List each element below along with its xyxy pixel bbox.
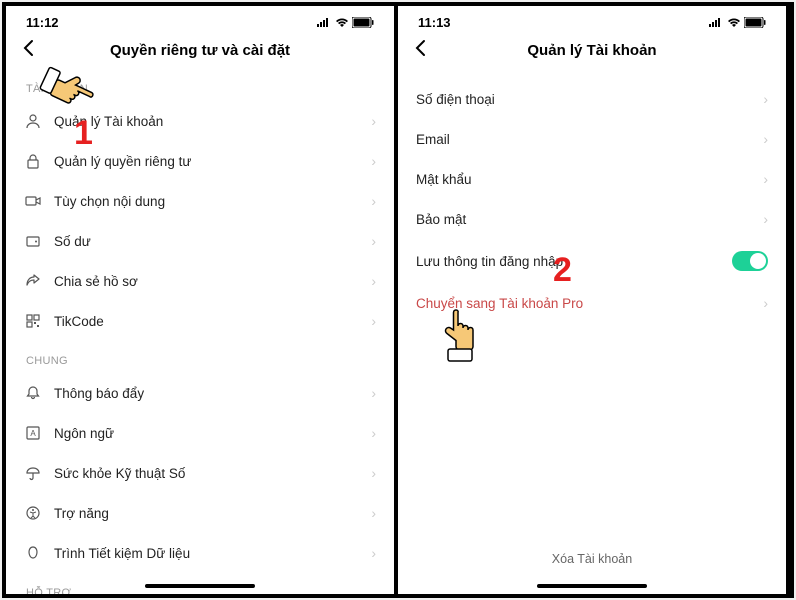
status-indicators: [316, 17, 374, 28]
phone-screen-1: 11:12 Quyền riêng tư và cài đặt TÀI KHOẢ…: [6, 6, 398, 594]
menu-item-content-pref[interactable]: Tùy chọn nội dung ›: [6, 181, 394, 221]
back-button[interactable]: [414, 39, 426, 63]
data-saver-icon: [24, 544, 42, 562]
menu-label: Chia sẻ hồ sơ: [54, 274, 371, 289]
menu-item-language[interactable]: A Ngôn ngữ ›: [6, 413, 394, 453]
chevron-right-icon: ›: [371, 313, 376, 329]
menu-item-privacy[interactable]: Quản lý quyền riêng tư ›: [6, 141, 394, 181]
menu-label: Thông báo đẩy: [54, 386, 371, 401]
user-icon: [24, 112, 42, 130]
chevron-right-icon: ›: [763, 131, 768, 147]
delete-account-link[interactable]: Xóa Tài khoản: [398, 552, 786, 566]
menu-item-security[interactable]: Bảo mật ›: [398, 199, 786, 239]
chevron-right-icon: ›: [763, 171, 768, 187]
accessibility-icon: [24, 504, 42, 522]
menu-item-tikcode[interactable]: TikCode ›: [6, 301, 394, 341]
menu-item-data-saver[interactable]: Trình Tiết kiệm Dữ liệu ›: [6, 533, 394, 573]
page-title: Quyền riêng tư và cài đặt: [22, 42, 378, 59]
menu-label: Số dư: [54, 234, 371, 249]
phone-screen-2: 11:13 Quản lý Tài khoản Số điện thoại › …: [398, 6, 786, 594]
menu-label: Trợ năng: [54, 506, 371, 521]
chevron-right-icon: ›: [371, 113, 376, 129]
annotation-number-2: 2: [553, 251, 572, 290]
chevron-right-icon: ›: [371, 425, 376, 441]
menu-label: Quản lý quyền riêng tư: [54, 154, 371, 169]
chevron-right-icon: ›: [371, 385, 376, 401]
menu-label: Trình Tiết kiệm Dữ liệu: [54, 546, 371, 561]
menu-item-accessibility[interactable]: Trợ năng ›: [6, 493, 394, 533]
chevron-right-icon: ›: [371, 273, 376, 289]
menu-label: Ngôn ngữ: [54, 426, 371, 441]
menu-label: Số điện thoại: [416, 92, 763, 107]
chevron-right-icon: ›: [371, 233, 376, 249]
chevron-right-icon: ›: [763, 295, 768, 311]
status-indicators: [708, 17, 766, 28]
menu-item-balance[interactable]: Số dư ›: [6, 221, 394, 261]
menu-item-save-login[interactable]: Lưu thông tin đăng nhập: [398, 239, 786, 283]
lock-icon: [24, 152, 42, 170]
chevron-right-icon: ›: [371, 193, 376, 209]
chevron-right-icon: ›: [371, 505, 376, 521]
page-title: Quản lý Tài khoản: [414, 42, 770, 59]
nav-header: Quản lý Tài khoản: [398, 34, 786, 69]
menu-label: Tùy chọn nội dung: [54, 194, 371, 209]
menu-item-phone[interactable]: Số điện thoại ›: [398, 79, 786, 119]
menu-item-digital-wellbeing[interactable]: Sức khỏe Kỹ thuật Số ›: [6, 453, 394, 493]
menu-label: Bảo mật: [416, 212, 763, 227]
chevron-right-icon: ›: [763, 91, 768, 107]
toggle-switch-on[interactable]: [732, 251, 768, 271]
umbrella-icon: [24, 464, 42, 482]
status-time: 11:12: [26, 15, 59, 30]
qrcode-icon: [24, 312, 42, 330]
menu-item-notifications[interactable]: Thông báo đẩy ›: [6, 373, 394, 413]
home-indicator: [145, 584, 255, 588]
language-icon: A: [24, 424, 42, 442]
chevron-right-icon: ›: [763, 211, 768, 227]
section-header-general: CHUNG: [6, 341, 394, 373]
status-bar: 11:13: [398, 6, 786, 34]
svg-text:A: A: [30, 429, 36, 438]
menu-label: Email: [416, 132, 763, 147]
status-bar: 11:12: [6, 6, 394, 34]
menu-label: TikCode: [54, 314, 371, 329]
menu-label: Quản lý Tài khoản: [54, 114, 371, 129]
wallet-icon: [24, 232, 42, 250]
menu-item-share[interactable]: Chia sẻ hồ sơ ›: [6, 261, 394, 301]
back-button[interactable]: [22, 39, 34, 63]
menu-item-email[interactable]: Email ›: [398, 119, 786, 159]
menu-item-password[interactable]: Mật khẩu ›: [398, 159, 786, 199]
chevron-right-icon: ›: [371, 465, 376, 481]
annotation-hand-2: [433, 306, 483, 371]
menu-label: Lưu thông tin đăng nhập: [416, 254, 732, 269]
status-time: 11:13: [418, 15, 451, 30]
chevron-right-icon: ›: [371, 545, 376, 561]
video-icon: [24, 192, 42, 210]
home-indicator: [537, 584, 647, 588]
menu-label: Sức khỏe Kỹ thuật Số: [54, 466, 371, 481]
chevron-right-icon: ›: [371, 153, 376, 169]
annotation-number-1: 1: [74, 114, 93, 153]
menu-label: Mật khẩu: [416, 172, 763, 187]
share-icon: [24, 272, 42, 290]
bell-icon: [24, 384, 42, 402]
